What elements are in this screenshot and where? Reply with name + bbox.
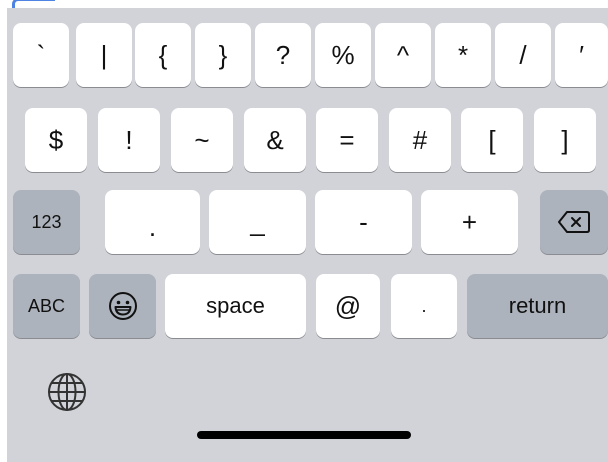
key-label: ]: [561, 125, 569, 155]
key-underscore[interactable]: _: [209, 190, 306, 254]
key-label: @: [334, 291, 362, 321]
key-dollar[interactable]: $: [25, 108, 87, 172]
key-prime[interactable]: ′: [555, 23, 608, 87]
key-label: ?: [275, 40, 291, 70]
key-percent[interactable]: %: [315, 23, 371, 87]
key-tilde[interactable]: ~: [171, 108, 233, 172]
key-at[interactable]: @: [316, 274, 380, 338]
key-label: |: [100, 40, 108, 70]
key-label: ^: [396, 40, 410, 70]
abc-mode-key[interactable]: ABC: [13, 274, 80, 338]
home-indicator: [197, 431, 411, 439]
key-exclamation[interactable]: !: [98, 108, 160, 172]
globe-button[interactable]: [44, 369, 90, 415]
key-label: !: [125, 125, 133, 155]
delete-backspace-icon: [558, 211, 590, 233]
key-backtick[interactable]: `: [13, 23, 69, 87]
key-label: 123: [31, 212, 62, 232]
key-label: $: [48, 125, 64, 155]
key-label: #: [412, 125, 428, 155]
return-key[interactable]: return: [467, 274, 608, 338]
key-right-brace[interactable]: }: [195, 23, 251, 87]
key-plus[interactable]: +: [421, 190, 518, 254]
key-left-brace[interactable]: {: [135, 23, 191, 87]
key-hash[interactable]: #: [389, 108, 451, 172]
key-ampersand[interactable]: &: [244, 108, 306, 172]
key-label: *: [457, 40, 469, 70]
key-label: &: [266, 125, 284, 155]
globe-icon: [48, 373, 86, 411]
key-pipe[interactable]: |: [76, 23, 132, 87]
top-strip: [0, 0, 608, 8]
key-label: _: [250, 207, 265, 237]
emoji-smiley-icon: [108, 292, 137, 320]
key-asterisk[interactable]: *: [435, 23, 491, 87]
key-label: ′: [579, 40, 584, 70]
key-label: return: [508, 293, 567, 318]
key-label: -: [359, 207, 368, 237]
key-label: `: [36, 40, 46, 70]
key-right-bracket[interactable]: ]: [534, 108, 596, 172]
emoji-key[interactable]: [89, 274, 156, 338]
key-label: ~: [194, 125, 210, 155]
key-label: }: [218, 40, 228, 70]
edge-accent: [12, 0, 55, 8]
key-label: space: [206, 293, 265, 318]
key-equals[interactable]: =: [316, 108, 378, 172]
key-label: ABC: [27, 296, 65, 316]
key-hyphen[interactable]: -: [315, 190, 412, 254]
symbol-keyboard: ` | { } ? % ^ * / ′ $ ! ~ & = # [ ] 123 …: [7, 8, 608, 462]
key-label: [: [488, 125, 496, 155]
key-dot[interactable]: .: [391, 274, 457, 338]
key-label: {: [158, 40, 168, 70]
key-label: =: [339, 125, 355, 155]
key-label: /: [519, 40, 527, 70]
numbers-mode-key[interactable]: 123: [13, 190, 80, 254]
key-left-bracket[interactable]: [: [461, 108, 523, 172]
key-period[interactable]: .: [105, 190, 200, 254]
key-label: .: [148, 212, 157, 242]
space-key[interactable]: space: [165, 274, 306, 338]
key-label: .: [421, 296, 427, 316]
key-slash[interactable]: /: [495, 23, 551, 87]
key-label: %: [331, 40, 355, 70]
key-label: +: [461, 207, 478, 237]
key-caret[interactable]: ^: [375, 23, 431, 87]
key-question[interactable]: ?: [255, 23, 311, 87]
delete-key[interactable]: [540, 190, 608, 254]
